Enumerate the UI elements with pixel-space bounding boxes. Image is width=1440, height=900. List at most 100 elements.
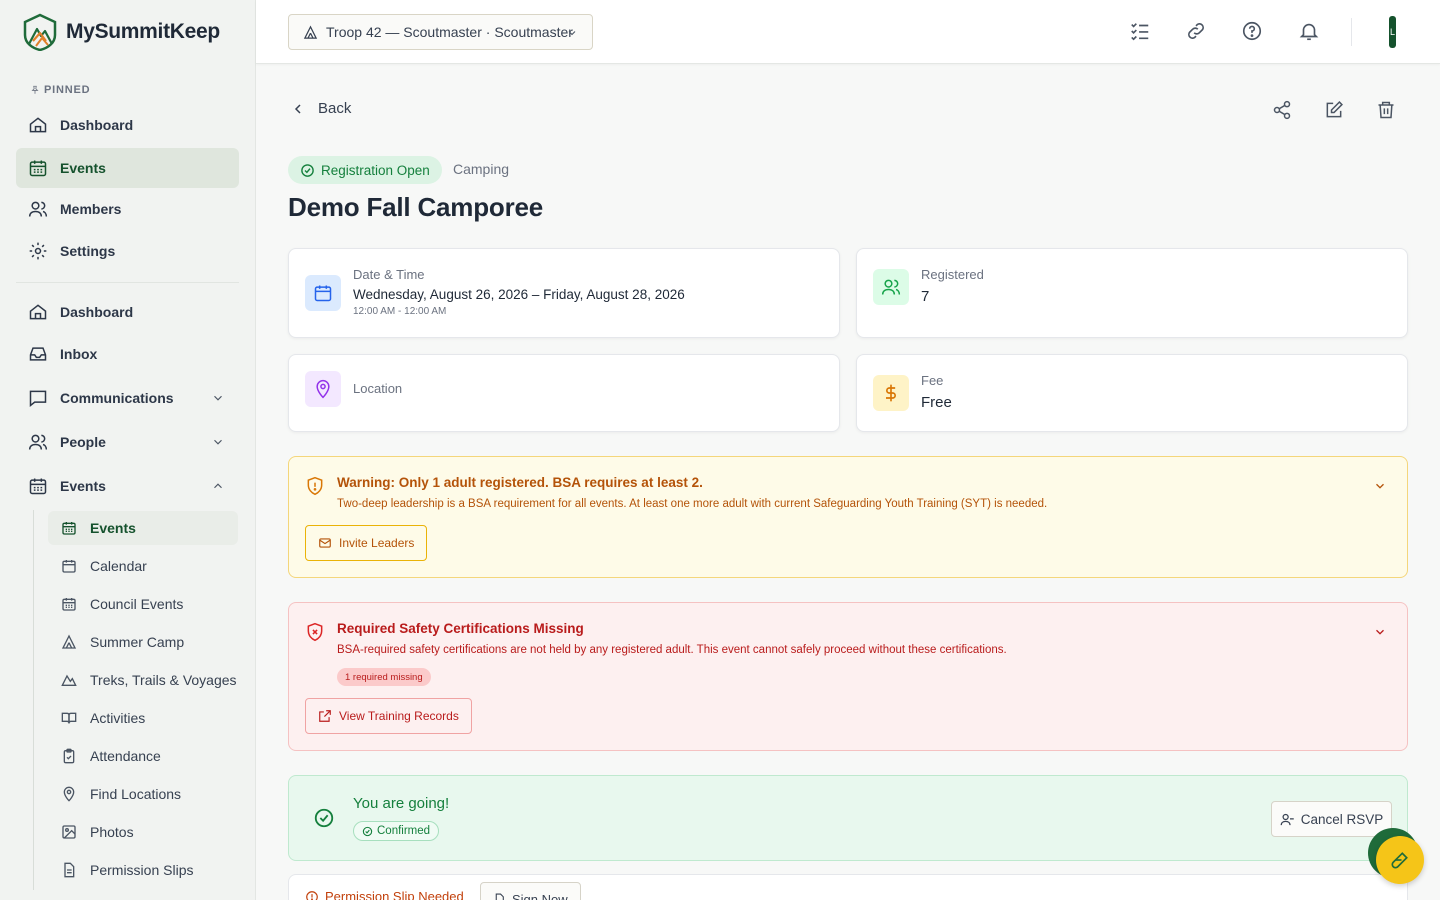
sub-item-permission-slips[interactable]: Permission Slips — [48, 853, 238, 887]
fee-value: Free — [921, 394, 952, 411]
sidebar-item-communications[interactable]: Communications — [16, 378, 239, 418]
clipboard-icon — [63, 748, 75, 764]
mountain-logo-icon — [23, 13, 57, 51]
mountain-icon — [61, 674, 77, 686]
warning-title: Warning: Only 1 adult registered. BSA re… — [337, 475, 703, 490]
avatar[interactable]: L — [1389, 16, 1396, 48]
tent-icon — [61, 634, 77, 649]
gear-icon — [29, 242, 47, 260]
sub-item-summer-camp[interactable]: Summer Camp — [48, 625, 238, 659]
pinned-item-dashboard[interactable]: Dashboard — [16, 105, 239, 145]
link-icon[interactable] — [1185, 20, 1207, 42]
leadership-warning-alert: Warning: Only 1 adult registered. BSA re… — [288, 456, 1408, 578]
pin-icon — [31, 85, 39, 94]
calendar-icon — [62, 560, 76, 573]
pinned-item-settings[interactable]: Settings — [16, 231, 239, 271]
user-minus-icon — [1280, 813, 1294, 825]
event-category: Camping — [453, 161, 510, 177]
users-icon — [873, 269, 909, 305]
check-circle-icon — [301, 163, 314, 177]
map-pin-icon — [305, 371, 341, 407]
chevron-down-icon — [568, 31, 576, 36]
home-icon — [29, 117, 47, 133]
sub-item-attendance[interactable]: Attendance — [48, 739, 238, 773]
pinned-item-members[interactable]: Members — [16, 189, 239, 229]
sub-item-calendar[interactable]: Calendar — [48, 549, 238, 583]
map-pin-icon — [63, 786, 75, 802]
sidebar-item-dashboard[interactable]: Dashboard — [16, 292, 239, 332]
alert-circle-icon — [306, 890, 318, 900]
submenu-guide-line — [33, 510, 34, 890]
page-title: Demo Fall Camporee — [288, 192, 544, 222]
test-tube-icon — [1391, 852, 1408, 869]
chevron-down-icon[interactable] — [1373, 625, 1387, 639]
troop-selector-label: Troop 42 — Scoutmaster · Scoutmaster — [326, 24, 573, 40]
chat-icon — [29, 390, 47, 408]
sub-item-find-locations[interactable]: Find Locations — [48, 777, 238, 811]
bell-icon[interactable] — [1298, 20, 1320, 42]
sign-now-button[interactable]: Sign Now — [480, 882, 581, 900]
shield-x-icon — [307, 622, 323, 642]
warning-text: Two-deep leadership is a BSA requirement… — [337, 498, 1048, 510]
registered-count: 7 — [921, 288, 930, 305]
date-label: Date & Time — [353, 267, 425, 282]
sub-item-treks-trails-voyages[interactable]: Treks, Trails & Voyages — [48, 663, 238, 697]
chevron-down-icon[interactable] — [1373, 479, 1387, 493]
invite-leaders-button[interactable]: Invite Leaders — [305, 525, 428, 561]
calendar-icon — [29, 478, 47, 495]
sub-item-photos[interactable]: Photos — [48, 815, 238, 849]
permission-slip-card: Permission Slip Needed Sign Now — [288, 874, 1408, 900]
pinned-item-events[interactable]: Events — [16, 148, 239, 188]
rsvp-status-card: You are going! Confirmed Cancel RSVP — [288, 775, 1408, 861]
sub-item-activities[interactable]: Activities — [48, 701, 238, 735]
view-training-records-button[interactable]: View Training Records — [305, 698, 472, 734]
time-value: 12:00 AM - 12:00 AM — [353, 306, 447, 317]
cancel-rsvp-button[interactable]: Cancel RSVP — [1271, 801, 1392, 837]
home-icon — [29, 304, 47, 320]
toolbar-divider — [1351, 18, 1352, 46]
safety-text: BSA-required safety certifications are n… — [337, 644, 1007, 656]
edit-icon[interactable] — [1324, 100, 1344, 120]
event-detail: Back Registration Open Camping Demo Fall… — [256, 64, 1440, 900]
external-link-icon — [319, 710, 331, 722]
document-icon — [495, 893, 504, 900]
confirmed-badge: Confirmed — [353, 821, 440, 841]
checklist-icon[interactable] — [1129, 20, 1151, 42]
help-icon[interactable] — [1241, 20, 1263, 42]
pinned-section-label: PINNED — [30, 84, 90, 96]
chevron-left-icon — [294, 103, 301, 114]
share-icon[interactable] — [1272, 100, 1292, 120]
users-icon — [28, 434, 48, 450]
document-icon — [64, 862, 75, 878]
date-time-card: Date & Time Wednesday, August 26, 2026 –… — [288, 248, 840, 338]
top-bar: Troop 42 — Scoutmaster · Scoutmaster L — [256, 0, 1440, 64]
inbox-icon — [29, 347, 47, 361]
calendar-icon — [305, 275, 341, 311]
safety-certifications-alert: Required Safety Certifications Missing B… — [288, 602, 1408, 751]
book-icon — [61, 712, 77, 724]
sidebar-divider — [16, 282, 239, 283]
back-button[interactable]: Back — [290, 100, 351, 117]
app-logo[interactable]: MySummitKeep — [22, 13, 220, 51]
sidebar-item-inbox[interactable]: Inbox — [16, 334, 239, 374]
tent-icon — [303, 24, 318, 39]
location-label: Location — [353, 381, 403, 396]
shield-alert-icon — [307, 476, 323, 496]
fee-card: Fee Free — [856, 354, 1408, 432]
sub-item-council-events[interactable]: Council Events — [48, 587, 238, 621]
app-name: MySummitKeep — [66, 20, 220, 43]
test-tube-fab-button[interactable] — [1376, 836, 1424, 884]
calendar-grid-icon — [62, 598, 76, 611]
image-icon — [62, 825, 76, 839]
sub-item-events[interactable]: Events — [48, 511, 238, 545]
missing-count-badge: 1 required missing — [337, 668, 431, 686]
check-circle-icon — [314, 808, 334, 828]
sidebar-item-people[interactable]: People — [16, 422, 239, 462]
sidebar: MySummitKeep PINNED Dashboard Events Mem… — [0, 0, 256, 900]
registered-card: Registered 7 — [856, 248, 1408, 338]
troop-selector[interactable]: Troop 42 — Scoutmaster · Scoutmaster — [288, 14, 593, 50]
users-icon — [28, 201, 48, 217]
trash-icon[interactable] — [1376, 100, 1396, 120]
fee-label: Fee — [921, 373, 944, 388]
sidebar-item-events[interactable]: Events — [16, 466, 239, 506]
